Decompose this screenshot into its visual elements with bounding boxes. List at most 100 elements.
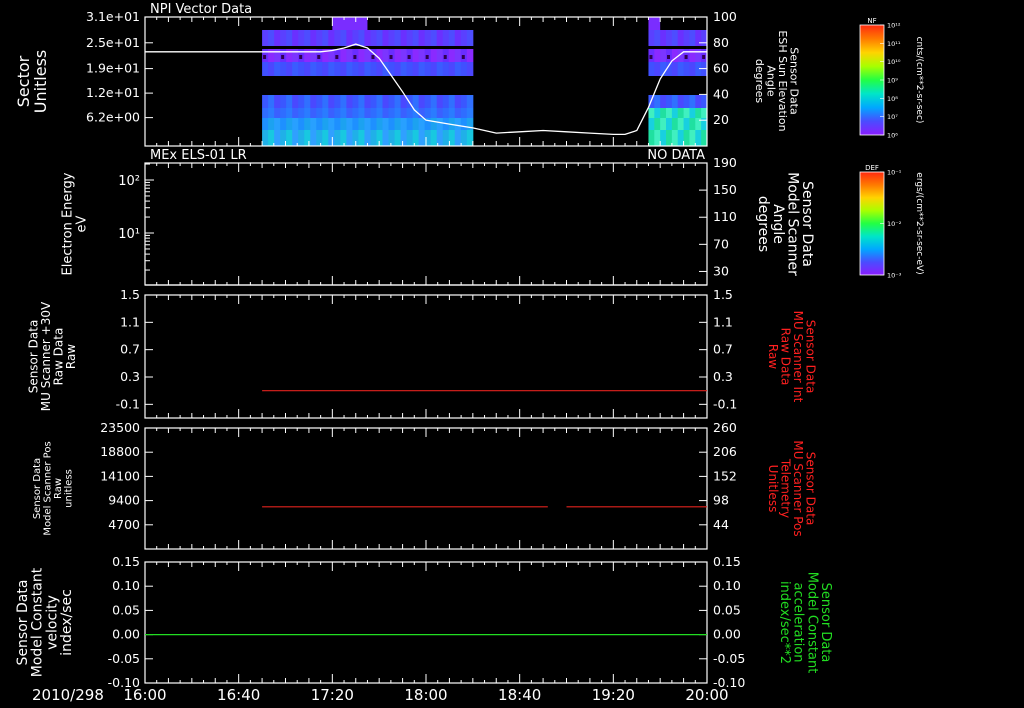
right-axis-label-1-line: Model Scanner (784, 172, 800, 276)
heatmap-cell (442, 30, 450, 46)
heatmap-cell (286, 62, 293, 76)
colorbar-title-1: DEF (865, 164, 879, 172)
heatmap-cell (406, 118, 414, 130)
y-axis-label-2: Sensor DataMU Scanner +30VRaw DataRaw (26, 301, 78, 411)
heatmap-cell (316, 118, 323, 130)
y-right-tick-label-4: -0.05 (713, 651, 745, 666)
y-tick-label-3: 23500 (100, 420, 140, 435)
heatmap-cell (299, 55, 303, 59)
heatmap-cell (424, 95, 432, 108)
heatmap-cell (286, 95, 293, 108)
right-axis-label-0: Sensor DataESH Sun ElevationAngledegrees (753, 30, 801, 131)
heatmap-cell (677, 95, 685, 108)
y-axis-label-0: SectorUnitless (14, 50, 50, 114)
colorbar-tick-label-1: 10⁻² (887, 220, 902, 228)
heatmap-cell (334, 118, 341, 130)
x-tick-label: 18:00 (404, 686, 447, 704)
y-right-tick-label-3: 260 (713, 420, 737, 435)
heatmap-cell (667, 55, 671, 59)
heatmap-cell (412, 62, 420, 76)
heatmap-cell (683, 130, 690, 146)
heatmap-cell (346, 95, 353, 108)
heatmap-cell (340, 62, 347, 76)
heatmap-cell (298, 30, 305, 46)
heatmap-cell (649, 55, 653, 59)
heatmap-cell (346, 118, 353, 130)
heatmap-cell (292, 49, 299, 62)
y-right-tick-label-0: 60 (713, 61, 729, 76)
heatmap-cell (418, 130, 426, 146)
heatmap-cell (358, 130, 365, 146)
heatmap-cell (654, 118, 661, 130)
heatmap-cell (328, 108, 335, 118)
heatmap-cell (436, 62, 444, 76)
heatmap-cell (334, 62, 341, 76)
y-tick-label-0: 6.2e+00 (86, 110, 140, 125)
y-tick-label-4: 0.10 (112, 578, 140, 593)
heatmap-cell (364, 118, 371, 130)
heatmap-cell (388, 130, 396, 146)
heatmap-cell (683, 62, 690, 76)
heatmap-cell (304, 30, 311, 46)
right-axis-label-4-line: index/sec**2 (777, 581, 792, 664)
y-right-tick-label-2: 0.3 (713, 369, 733, 384)
heatmap-cell (389, 55, 393, 59)
y-tick-label-4: 0.00 (112, 627, 140, 642)
y-right-tick-label-0: 100 (713, 9, 737, 24)
heatmap-cell (406, 130, 414, 146)
heatmap-cell (418, 62, 426, 76)
heatmap-cell (454, 118, 462, 130)
heatmap-cell (654, 62, 661, 76)
y-tick-label-1: 10² (118, 174, 140, 189)
heatmap-cell (316, 108, 323, 118)
heatmap-cell (683, 118, 690, 130)
heatmap-cell (654, 108, 661, 118)
heatmap-cell (298, 62, 305, 76)
colorbar-tick-label-0: 10⁶ (887, 132, 898, 140)
heatmap-cell (268, 49, 275, 62)
heatmap-cell (388, 108, 396, 118)
y-tick-label-2: -0.1 (116, 396, 140, 411)
y-tick-label-3: 9400 (108, 493, 140, 508)
heatmap-cell (316, 30, 323, 46)
x-tick-label: 19:20 (592, 686, 635, 704)
heatmap-cell (666, 95, 673, 108)
heatmap-cell (268, 118, 275, 130)
y-right-tick-label-4: 0.15 (713, 554, 741, 569)
heatmap-cell (442, 130, 450, 146)
heatmap-cell (376, 62, 384, 76)
heatmap-cell (683, 108, 690, 118)
heatmap-cell (406, 108, 414, 118)
heatmap-cell (460, 118, 468, 130)
heatmap-cell (388, 118, 396, 130)
heatmap-cell (292, 62, 299, 76)
heatmap-cell (466, 95, 474, 108)
heatmap-cell (671, 62, 679, 76)
heatmap-cell (388, 95, 396, 108)
heatmap-cell (346, 30, 353, 46)
heatmap-cell (340, 30, 347, 46)
y-axis-label-4: Sensor DataModel Constantvelocityindex/s… (15, 567, 75, 677)
heatmap-cell (400, 62, 408, 76)
y-axis-label-4-line: Model Constant (30, 567, 46, 677)
heatmap-cell (695, 95, 702, 108)
heatmap-cell (648, 62, 655, 76)
heatmap-cell (683, 30, 690, 46)
heatmap-cell (340, 49, 347, 62)
heatmap-cell (364, 30, 371, 46)
heatmap-cell (683, 95, 690, 108)
y-tick-label-2: 1.5 (120, 287, 140, 302)
heatmap-cell (648, 108, 655, 118)
heatmap-cell (425, 55, 429, 59)
heatmap-cell (648, 118, 655, 130)
y-axis-label-3: Sensor Data Model Scanner Pos Raw unitless (32, 441, 75, 535)
no-data-label: NO DATA (647, 148, 705, 163)
heatmap-cell (382, 118, 390, 130)
heatmap-cell (430, 108, 438, 118)
heatmap-cell (689, 118, 696, 130)
heatmap-cell (666, 30, 673, 46)
heatmap-cell (400, 118, 408, 130)
heatmap-cell (346, 62, 353, 76)
heatmap-cell (424, 108, 432, 118)
heatmap-cell (274, 108, 281, 118)
